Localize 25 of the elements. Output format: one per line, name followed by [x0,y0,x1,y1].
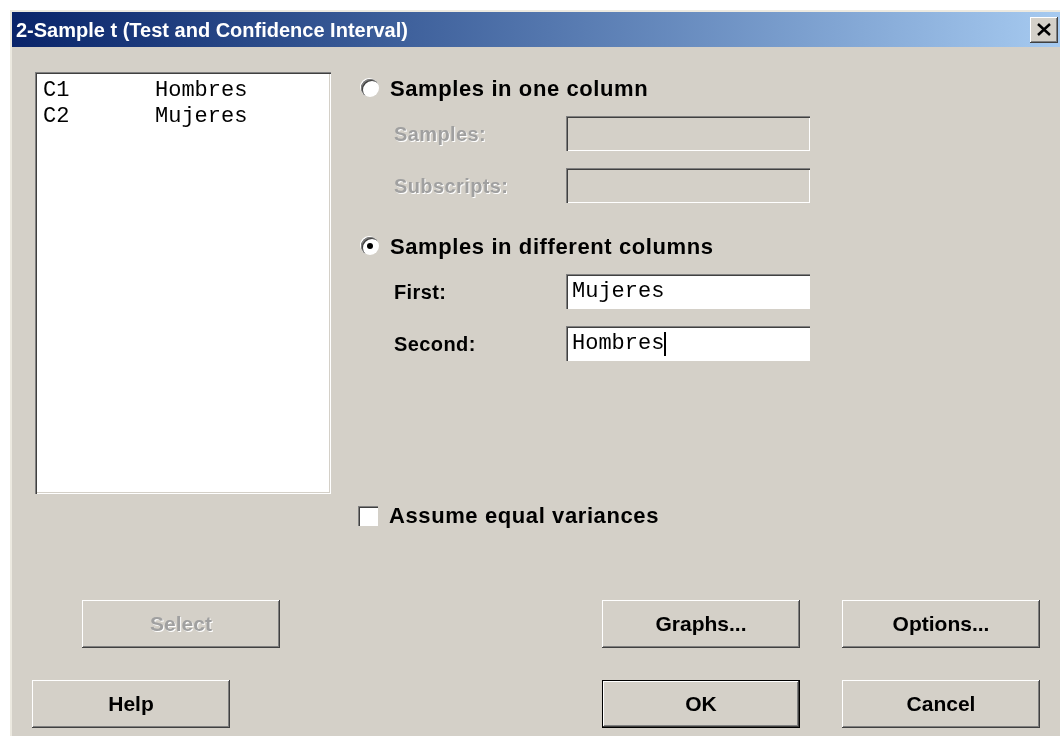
text-field[interactable] [566,116,810,151]
checkbox[interactable] [358,505,378,526]
checkbox-label[interactable]: Assume equal variances [389,499,659,532]
variable-list[interactable]: C1 Hombres C2 Mujeres [35,72,331,494]
column-name[interactable]: Mujeres [155,104,248,130]
field-label: Second: [394,331,477,357]
column-id[interactable]: C1 [43,78,155,104]
column-name[interactable]: Hombres [155,78,248,104]
radio-label[interactable]: Samples in different columns [390,229,714,263]
radio-button[interactable] [361,79,379,97]
close-button[interactable] [1030,16,1058,43]
dialog-button[interactable]: Cancel [842,680,1040,728]
radio-label[interactable]: Samples in one column [390,71,649,105]
dialog-button[interactable]: Graphs... [602,600,800,648]
text-field[interactable] [566,168,810,203]
field-label: First: [394,279,448,305]
radio-button[interactable] [361,237,379,255]
dialog-button[interactable]: Help [32,680,230,728]
text-field[interactable]: Hombres [566,326,810,361]
window-title: 2-Sample t (Test and Confidence Interval) [16,17,408,43]
column-id[interactable]: C2 [43,104,155,130]
dialog-button[interactable]: Options... [842,600,1040,648]
dialog-button[interactable]: OK [602,680,800,728]
text-field[interactable]: Mujeres [566,274,810,309]
close-icon [1037,23,1051,36]
